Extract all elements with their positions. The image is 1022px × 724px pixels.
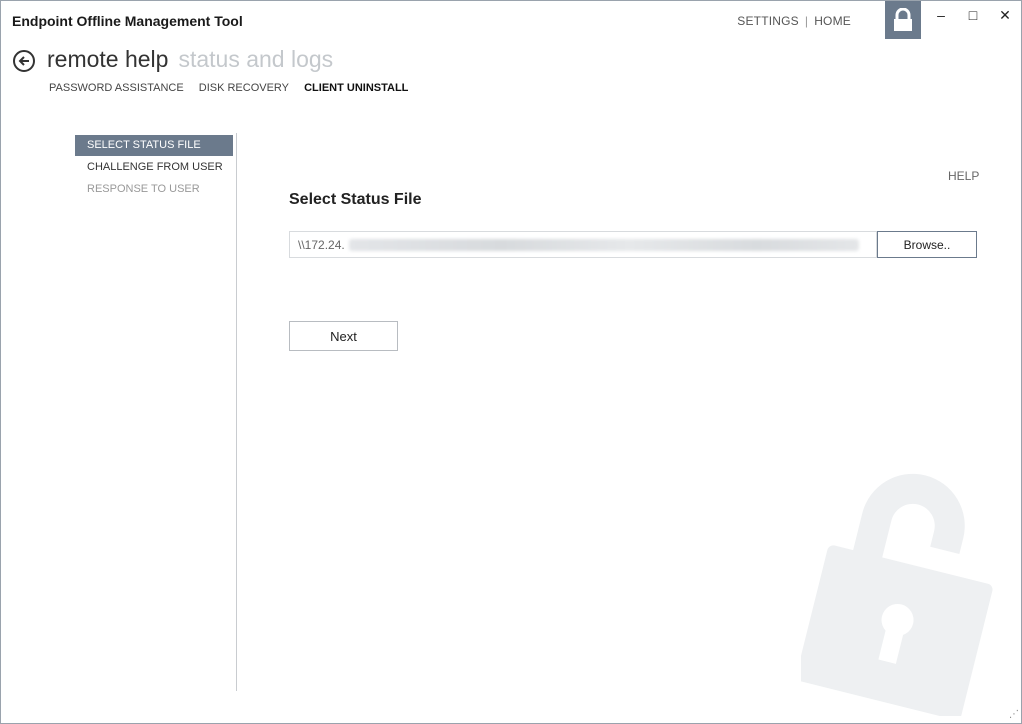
close-button[interactable]: ✕: [989, 1, 1021, 29]
home-link[interactable]: HOME: [814, 14, 851, 28]
back-arrow-icon: [18, 56, 29, 66]
help-link[interactable]: HELP: [948, 169, 979, 183]
resize-grip[interactable]: ⋰: [1009, 709, 1019, 720]
path-text: \\172.24.: [298, 237, 345, 252]
window-controls: ‒ □ ✕: [925, 1, 1021, 31]
step-list: SELECT STATUS FILE CHALLENGE FROM USER R…: [75, 135, 233, 201]
tab-remote-help[interactable]: remote help: [47, 46, 168, 72]
subnav-client-uninstall[interactable]: CLIENT UNINSTALL: [304, 82, 408, 94]
lock-icon: [885, 1, 921, 39]
status-file-path-input[interactable]: \\172.24.: [289, 231, 877, 258]
section-title: Select Status File: [289, 191, 422, 208]
next-button[interactable]: Next: [289, 321, 398, 351]
top-nav: SETTINGS | HOME: [737, 14, 851, 28]
nav-separator: |: [804, 14, 809, 28]
step-select-status-file[interactable]: SELECT STATUS FILE: [75, 135, 233, 156]
vertical-divider: [236, 133, 237, 691]
step-challenge-from-user[interactable]: CHALLENGE FROM USER: [75, 157, 233, 178]
step-response-to-user: RESPONSE TO USER: [87, 183, 200, 195]
subnav-disk-recovery[interactable]: DISK RECOVERY: [199, 82, 289, 94]
maximize-button[interactable]: □: [957, 1, 989, 29]
tab-status-and-logs[interactable]: status and logs: [178, 46, 333, 72]
open-padlock-icon: [801, 473, 993, 716]
settings-link[interactable]: SETTINGS: [737, 14, 799, 28]
subnav-password-assistance[interactable]: PASSWORD ASSISTANCE: [49, 82, 184, 94]
app-window: Endpoint Offline Management Tool SETTING…: [0, 0, 1022, 724]
sub-navigation: PASSWORD ASSISTANCE DISK RECOVERY CLIENT…: [49, 82, 420, 94]
back-button[interactable]: [13, 50, 35, 72]
browse-button[interactable]: Browse..: [877, 231, 977, 258]
app-title: Endpoint Offline Management Tool: [12, 13, 243, 29]
page-heading: remote help status and logs: [47, 46, 333, 73]
minimize-button[interactable]: ‒: [925, 1, 957, 29]
redacted-path: [348, 238, 859, 251]
